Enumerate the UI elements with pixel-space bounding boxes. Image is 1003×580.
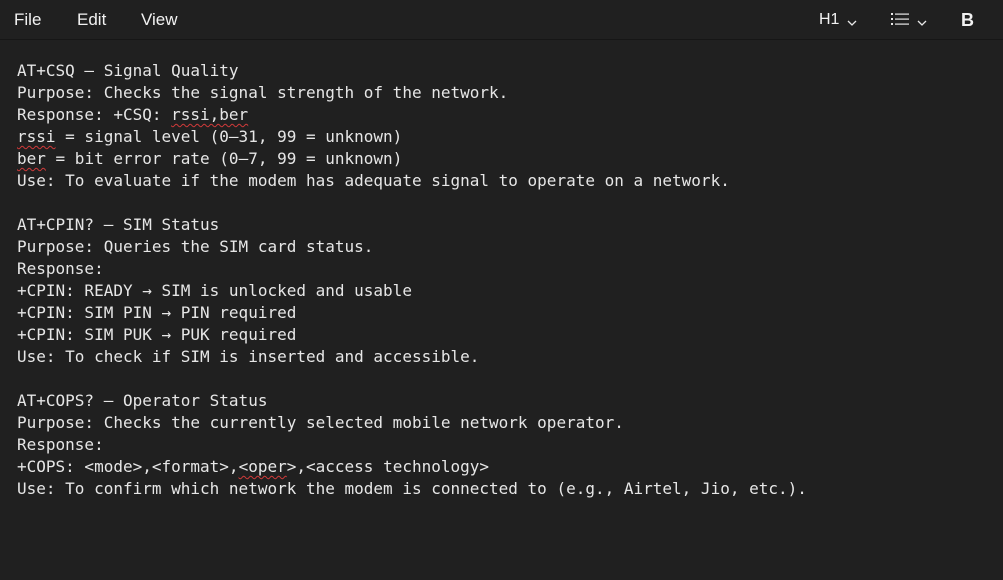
cpin-title: AT+CPIN? – SIM Status	[17, 215, 220, 234]
csq-use: Use: To evaluate if the modem has adequa…	[17, 171, 730, 190]
cpin-ready: +CPIN: READY → SIM is unlocked and usabl…	[17, 281, 412, 300]
csq-response-value: rssi,ber	[171, 105, 249, 124]
heading-dropdown[interactable]: H1	[819, 7, 857, 33]
text-editor[interactable]: AT+CSQ – Signal Quality Purpose: Checks …	[17, 60, 1003, 500]
chevron-down-icon	[847, 11, 857, 30]
cops-format: +COPS: <mode>,<format>,<oper>,<access te…	[17, 456, 1003, 478]
menu-file[interactable]: File	[14, 8, 41, 32]
bullet-list-icon	[891, 11, 909, 30]
ber-description: = bit error rate (0–7, 99 = unknown)	[45, 149, 403, 168]
csq-rssi-line: rssi = signal level (0–31, 99 = unknown)	[17, 126, 1003, 148]
csq-response: Response: +CSQ: rssi,ber	[17, 104, 1003, 126]
cpin-sim-pin: +CPIN: SIM PIN → PIN required	[17, 303, 297, 322]
cops-format-start: +COPS: <mode>,<format>,	[17, 457, 239, 476]
cpin-purpose: Purpose: Queries the SIM card status.	[17, 237, 374, 256]
chevron-down-icon	[917, 11, 927, 30]
csq-title: AT+CSQ – Signal Quality	[17, 61, 239, 80]
cops-title: AT+COPS? – Operator Status	[17, 391, 268, 410]
rssi-word: rssi	[17, 127, 56, 146]
cops-format-end: >,<access technology>	[286, 457, 490, 476]
rssi-description: = signal level (0–31, 99 = unknown)	[55, 127, 403, 146]
menu-bar: File Edit View H1 B	[0, 0, 1003, 40]
bold-button[interactable]: B	[961, 7, 974, 33]
cops-purpose: Purpose: Checks the currently selected m…	[17, 413, 624, 432]
cops-response: Response:	[17, 435, 104, 454]
heading-label: H1	[819, 11, 840, 28]
ber-word: ber	[17, 149, 46, 168]
cops-use: Use: To confirm which network the modem …	[17, 479, 807, 498]
menu-edit[interactable]: Edit	[77, 8, 106, 32]
list-dropdown[interactable]	[891, 7, 927, 33]
cpin-sim-puk: +CPIN: SIM PUK → PUK required	[17, 325, 297, 344]
csq-response-prefix: Response: +CSQ:	[17, 105, 172, 124]
cops-format-oper: <oper	[238, 457, 287, 476]
csq-purpose: Purpose: Checks the signal strength of t…	[17, 83, 509, 102]
csq-ber-line: ber = bit error rate (0–7, 99 = unknown)	[17, 148, 1003, 170]
bold-icon: B	[961, 9, 974, 30]
menu-view[interactable]: View	[141, 8, 178, 32]
cpin-use: Use: To check if SIM is inserted and acc…	[17, 347, 480, 366]
cpin-response: Response:	[17, 259, 104, 278]
